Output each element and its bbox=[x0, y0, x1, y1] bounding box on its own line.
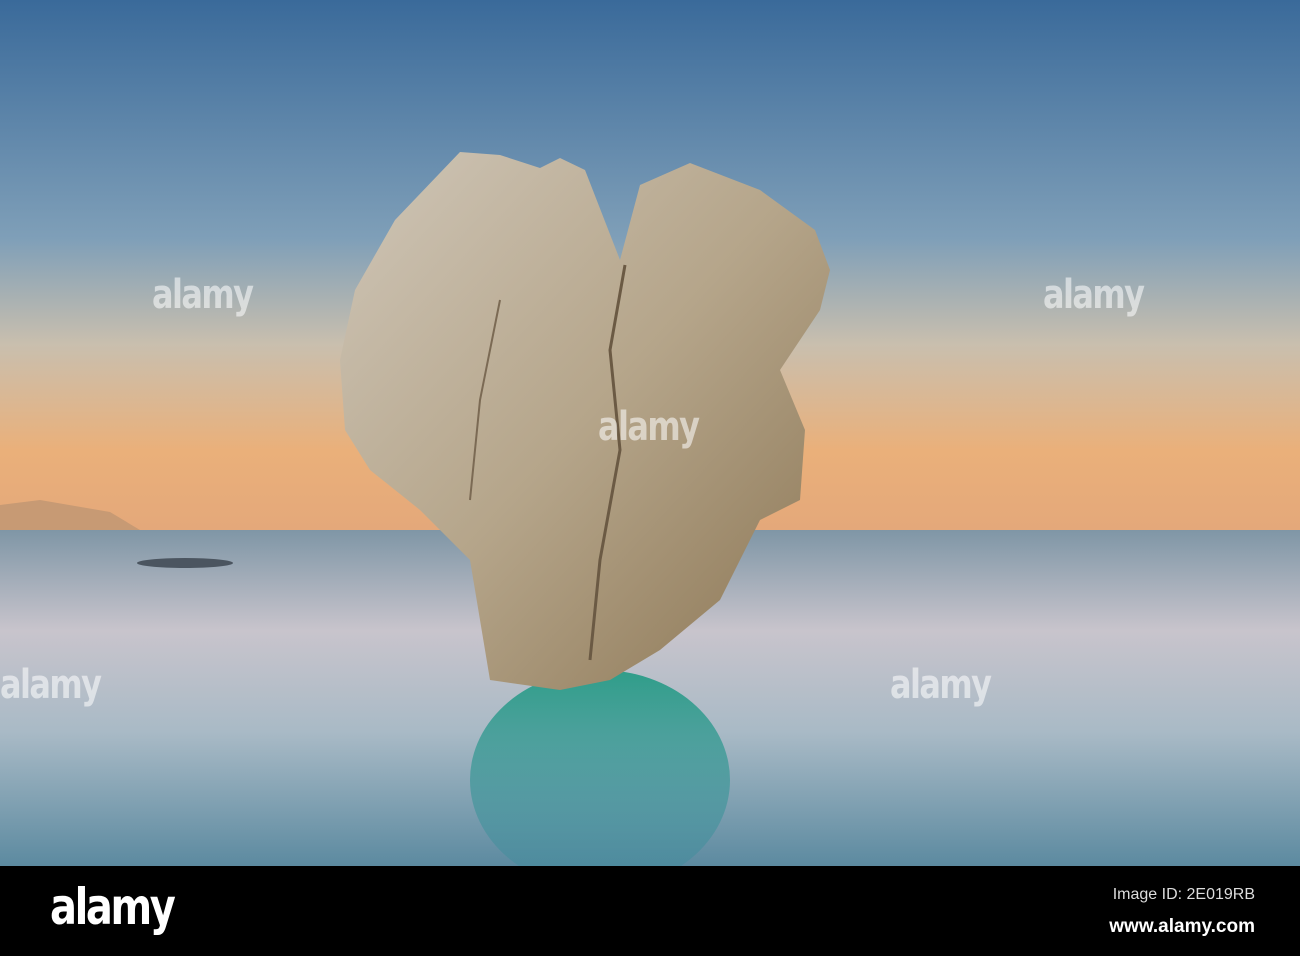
watermark: alamy bbox=[0, 662, 102, 708]
alamy-logo: alamy bbox=[50, 878, 176, 936]
watermark: alamy bbox=[598, 404, 700, 450]
image-id: Image ID: 2E019RB bbox=[1112, 886, 1255, 903]
small-rock bbox=[137, 558, 233, 568]
website-link: www.alamy.com bbox=[1109, 916, 1255, 937]
footer-bar: alamy Image ID: 2E019RB www.alamy.com bbox=[0, 866, 1300, 956]
watermark: alamy bbox=[890, 662, 992, 708]
watermark: alamy bbox=[152, 272, 254, 318]
watermark: alamy bbox=[1043, 272, 1145, 318]
